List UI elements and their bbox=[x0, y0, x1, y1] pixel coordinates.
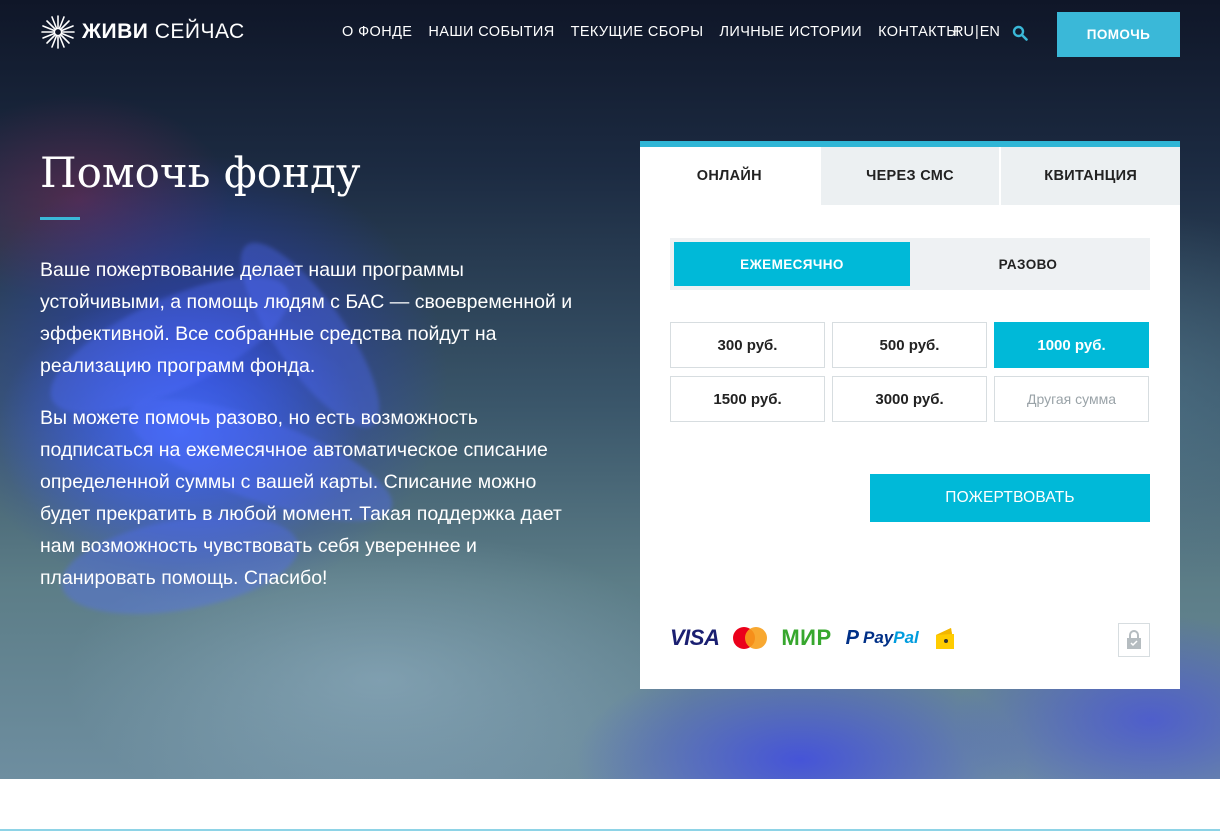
amount-500[interactable]: 500 руб. bbox=[832, 322, 987, 368]
subscription-paragraph: Вы можете помочь разово, но есть возможн… bbox=[40, 407, 562, 589]
tab-online[interactable]: ОНЛАЙН bbox=[640, 147, 819, 205]
page-title: Помочь фонду bbox=[40, 148, 361, 197]
title-underline bbox=[40, 217, 80, 220]
paypal-icon: P PayPal bbox=[846, 627, 919, 650]
lang-ru[interactable]: RU bbox=[953, 24, 974, 40]
paypal-wordmark: PayPal bbox=[863, 628, 919, 648]
donation-panel: ОНЛАЙН ЧЕРЕЗ СМС КВИТАНЦИЯ ЕЖЕМЕСЯЧНО РА… bbox=[640, 141, 1181, 689]
lang-separator: | bbox=[974, 24, 979, 40]
amount-1000[interactable]: 1000 руб. bbox=[994, 322, 1149, 368]
nav-stories[interactable]: ЛИЧНЫЕ ИСТОРИИ bbox=[719, 24, 862, 40]
tab-receipt[interactable]: КВИТАНЦИЯ bbox=[999, 147, 1181, 205]
top-navigation: ЖИВИ СЕЙЧАС О ФОНДЕ НАШИ СОБЫТИЯ ТЕКУЩИЕ… bbox=[0, 0, 1220, 70]
logo-text-light: СЕЙЧАС bbox=[154, 20, 245, 43]
mastercard-icon bbox=[733, 627, 768, 649]
tab-sms[interactable]: ЧЕРЕЗ СМС bbox=[818, 147, 1000, 205]
frequency-toggle: ЕЖЕМЕСЯЧНО РАЗОВО bbox=[670, 238, 1150, 290]
paypal-word-b: Pal bbox=[893, 628, 919, 647]
nav-events[interactable]: НАШИ СОБЫТИЯ bbox=[428, 24, 554, 40]
lang-en[interactable]: EN bbox=[980, 24, 1000, 40]
secure-lock bbox=[1118, 623, 1150, 657]
paypal-mark: P bbox=[845, 626, 860, 649]
amount-options: 300 руб. 500 руб. 1000 руб. 1500 руб. 30… bbox=[670, 322, 1150, 422]
monthly-button[interactable]: ЕЖЕМЕСЯЧНО bbox=[674, 242, 910, 286]
payment-method-tabs: ОНЛАЙН ЧЕРЕЗ СМС КВИТАНЦИЯ bbox=[640, 147, 1181, 205]
language-switcher: RU|EN bbox=[953, 24, 1000, 40]
footer-divider bbox=[0, 829, 1220, 831]
intro-paragraph: Ваше пожертвование делает наши программы… bbox=[40, 259, 573, 377]
custom-amount-input[interactable] bbox=[994, 376, 1149, 422]
payment-logos: VISA МИР P PayPal bbox=[670, 625, 957, 651]
main-menu: О ФОНДЕ НАШИ СОБЫТИЯ ТЕКУЩИЕ СБОРЫ ЛИЧНЫ… bbox=[342, 24, 976, 40]
one-time-button[interactable]: РАЗОВО bbox=[910, 242, 1146, 286]
search-icon[interactable] bbox=[1012, 25, 1028, 41]
mir-logo: МИР bbox=[781, 625, 832, 650]
logo-text: ЖИВИ СЕЙЧАС bbox=[82, 20, 245, 44]
visa-logo: VISA bbox=[670, 625, 720, 650]
nav-campaigns[interactable]: ТЕКУЩИЕ СБОРЫ bbox=[571, 24, 704, 40]
amount-300[interactable]: 300 руб. bbox=[670, 322, 825, 368]
help-button[interactable]: ПОМОЧЬ bbox=[1057, 12, 1180, 57]
lock-icon bbox=[1127, 630, 1141, 649]
amount-1500[interactable]: 1500 руб. bbox=[670, 376, 825, 422]
logo-flower-icon bbox=[41, 15, 75, 49]
logo-text-bold: ЖИВИ bbox=[82, 20, 149, 43]
nav-contacts[interactable]: КОНТАКТЫ bbox=[878, 24, 959, 40]
amount-3000[interactable]: 3000 руб. bbox=[832, 376, 987, 422]
site-logo[interactable]: ЖИВИ СЕЙЧАС bbox=[40, 14, 245, 50]
nav-about[interactable]: О ФОНДЕ bbox=[342, 24, 412, 40]
donate-button[interactable]: ПОЖЕРТВОВАТЬ bbox=[870, 474, 1150, 522]
paypal-word-a: Pay bbox=[863, 628, 894, 647]
yandex-money-icon bbox=[935, 628, 954, 649]
